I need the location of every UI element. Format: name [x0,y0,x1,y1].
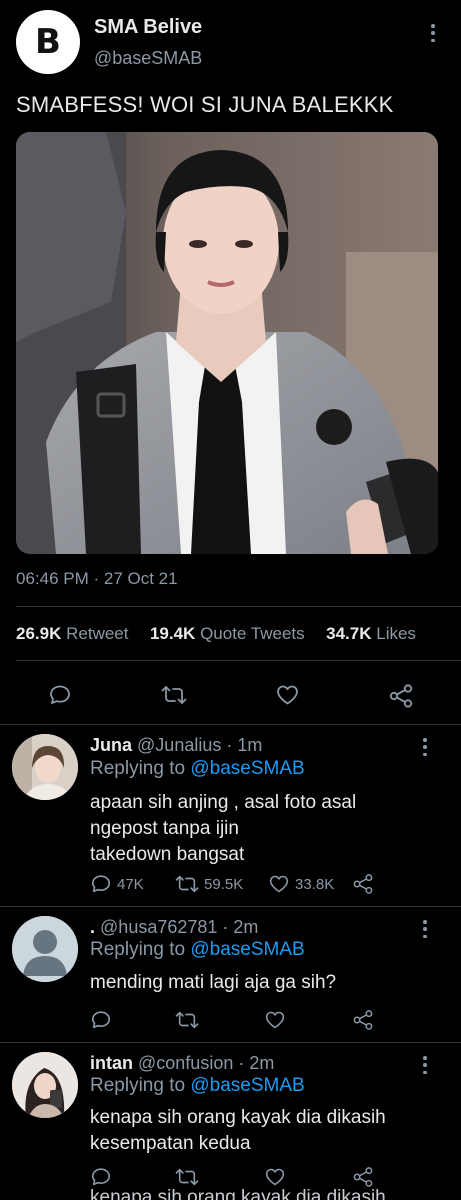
reply-like-button[interactable] [264,1009,286,1031]
tweet-timestamp[interactable]: 06:46 PM · 27 Oct 21 [16,569,178,589]
replying-to: Replying to @baseSMAB [90,939,305,960]
reply-share-button[interactable] [352,873,374,895]
tweet-stats: 26.9K Retweet 19.4K Quote Tweets 34.7K L… [16,624,416,644]
tweet-author-name[interactable]: SMA Belive [94,16,202,39]
reply-icon [91,875,111,893]
reply-more-icon[interactable] [421,1056,429,1074]
reply-header: Juna @Junalius · 1m [90,735,262,756]
like-label[interactable]: Likes [376,624,416,643]
reply-author-handle[interactable]: @confusion [138,1053,233,1073]
reply-like-button[interactable]: 33.8K [268,873,334,895]
reply-like-button[interactable] [264,1166,286,1188]
like-icon[interactable] [275,683,300,707]
divider [0,906,461,907]
share-icon[interactable] [388,683,414,709]
retweet-icon [175,1011,199,1029]
reply-reply-button[interactable] [90,1166,112,1188]
reply-author-handle[interactable]: @husa762781 [100,917,217,937]
reply-share-button[interactable] [352,1009,374,1031]
divider [16,660,461,661]
reply-author-name[interactable]: . [90,917,95,937]
reply-header: intan @confusion · 2m [90,1053,274,1074]
tweet-author-handle[interactable]: @baseSMAB [94,48,202,69]
retweet-icon [175,875,199,893]
reply-author-handle[interactable]: @Junalius [137,735,221,755]
reply-time: · 2m [222,917,259,937]
tweet-author-avatar[interactable]: B [16,10,80,74]
reply-text: mending mati lagi aja ga sih? [90,972,337,993]
quote-count[interactable]: 19.4K [150,624,195,643]
retweet-count[interactable]: 26.9K [16,624,61,643]
like-icon [265,1168,285,1186]
reply-time: · 2m [238,1053,275,1073]
divider [16,606,461,607]
divider [0,1042,461,1043]
reply-avatar-default[interactable] [12,916,78,982]
divider [0,724,461,725]
replying-to-link[interactable]: @baseSMAB [190,1075,304,1096]
like-icon [265,1011,285,1029]
reply-time: · 1m [226,735,263,755]
reply-author-name[interactable]: Juna [90,735,132,755]
reply-retweet-button[interactable]: 59.5K [175,873,243,895]
reply-share-button[interactable] [352,1166,374,1188]
tweet-media-image[interactable] [16,132,438,554]
tweet-text: SMABFESS! WOI SI JUNA BALEKKK [16,92,394,117]
reply-retweet-button[interactable] [175,1009,199,1031]
reply-avatar[interactable] [12,734,78,800]
reply-text: apaan sih anjing , asal foto asal ngepos… [90,792,357,865]
reply-icon [91,1168,111,1186]
reply-header: . @husa762781 · 2m [90,917,258,938]
like-icon [269,875,289,893]
tweet-more-icon[interactable] [429,24,437,42]
share-icon [353,874,373,894]
retweet-icon [175,1168,199,1186]
reply-reply-button[interactable] [90,1009,112,1031]
replying-to-link[interactable]: @baseSMAB [190,758,304,779]
share-icon [353,1010,373,1030]
reply-more-icon[interactable] [421,920,429,938]
like-count: 33.8K [295,875,335,893]
reply-author-name[interactable]: intan [90,1053,133,1073]
retweet-icon[interactable] [161,683,187,707]
reply-icon [91,1011,111,1029]
like-count[interactable]: 34.7K [326,624,371,643]
reply-more-icon[interactable] [421,738,429,756]
reply-icon[interactable] [48,683,72,707]
reply-count: 47K [117,875,144,893]
retweet-count: 59.5K [204,875,244,893]
reply-avatar[interactable] [12,1052,78,1118]
share-icon [353,1167,373,1187]
default-avatar-icon [12,916,78,982]
avatar-logo: B [35,22,61,62]
retweet-label[interactable]: Retweet [66,624,128,643]
replying-to: Replying to @baseSMAB [90,758,305,779]
replying-to-link[interactable]: @baseSMAB [190,939,304,960]
reply-reply-button[interactable]: 47K [90,873,144,895]
reply-text: kenapa sih orang kayak dia dikasih kesem… [90,1107,386,1154]
reply-retweet-button[interactable] [175,1166,199,1188]
quote-label[interactable]: Quote Tweets [200,624,305,643]
replying-to: Replying to @baseSMAB [90,1075,305,1096]
reply-text-overlap: kenapa sih orang kayak dia dikasih [90,1187,386,1200]
